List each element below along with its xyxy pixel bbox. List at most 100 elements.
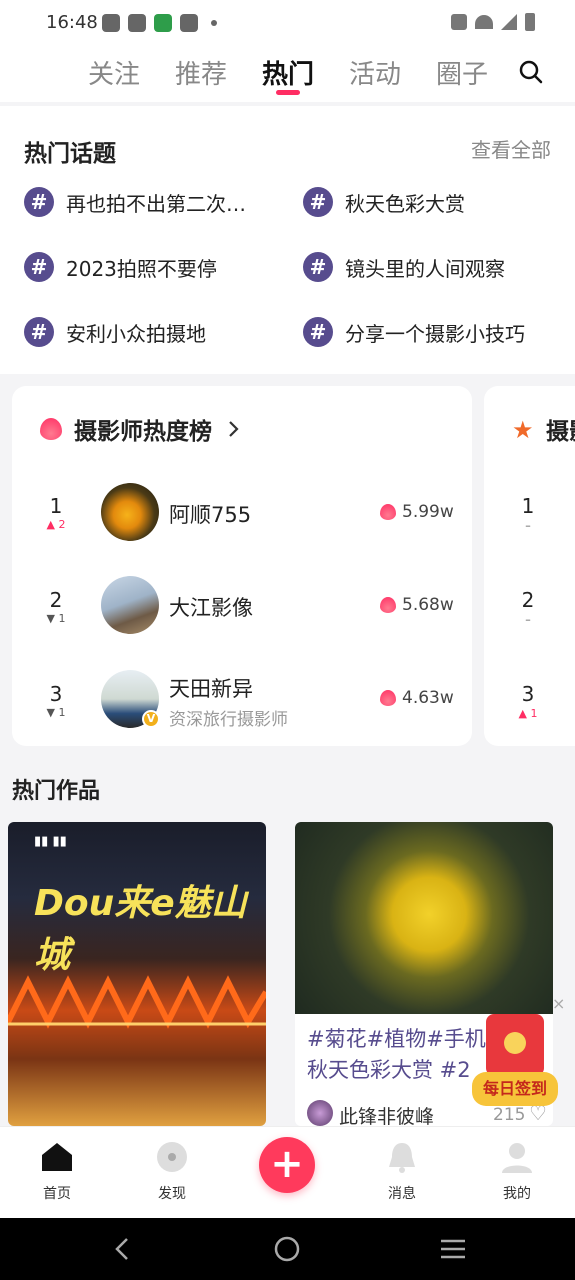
heat-score: 4.63w: [380, 688, 454, 708]
heat-score: 5.99w: [380, 502, 454, 522]
flame-icon: [380, 597, 396, 613]
close-icon[interactable]: ×: [552, 994, 565, 1013]
author-name[interactable]: 此锋非彼峰: [339, 1102, 434, 1126]
topic-item[interactable]: # 分享一个摄影小技巧: [303, 317, 525, 347]
vibrate-icon: [451, 14, 467, 30]
rank-up-delta: ▲ 2: [46, 518, 66, 531]
ranking-row[interactable]: 1 ▲ 2: [44, 494, 68, 531]
rank-number: 1: [521, 494, 535, 518]
app-notification-icon: [154, 14, 172, 32]
topic-label: 分享一个摄影小技巧: [345, 321, 525, 346]
topic-item[interactable]: # 安利小众拍摄地: [24, 317, 206, 347]
chrysanthemum-photo[interactable]: [295, 822, 553, 1014]
rank-down-delta: ▼ 1: [46, 706, 66, 719]
avatar[interactable]: [101, 576, 159, 634]
nav-messages[interactable]: 消息: [367, 1141, 437, 1203]
signal-icon: [501, 14, 517, 30]
hashtag-icon: #: [24, 252, 54, 282]
notification-icon: [102, 14, 120, 32]
poster-logo: ▮▮ ▮▮: [34, 834, 67, 849]
hashtag-icon: #: [303, 187, 333, 217]
rank-delta: –: [525, 519, 531, 532]
nav-discover[interactable]: 发现: [137, 1141, 207, 1203]
message-icon: [180, 14, 198, 32]
home-icon: [42, 1143, 72, 1171]
hot-works-title: 热门作品: [12, 779, 101, 804]
recents-icon[interactable]: [440, 1238, 466, 1260]
status-bar: 16:48: [0, 0, 575, 46]
rank-number: 1: [49, 494, 63, 518]
hot-topics-title: 热门话题: [24, 141, 116, 167]
work-card[interactable]: ▮▮ ▮▮ Dou来e魅山城: [8, 822, 266, 1126]
flame-icon: [40, 418, 62, 440]
hashtag-icon: #: [303, 252, 333, 282]
system-navigation-bar: [0, 1218, 575, 1280]
topic-label: 再也拍不出第二次…: [66, 191, 246, 216]
view-all-link[interactable]: 查看全部: [471, 134, 551, 163]
publish-button[interactable]: +: [259, 1137, 315, 1193]
avatar[interactable]: [307, 1100, 333, 1126]
topic-label: 2023拍照不要停: [66, 256, 217, 281]
tab-activity[interactable]: 活动: [349, 54, 401, 91]
home-button-icon[interactable]: [274, 1236, 300, 1262]
tab-circle[interactable]: 圈子: [436, 54, 488, 91]
nav-label: 消息: [388, 1186, 416, 1202]
coin-icon: [504, 1032, 526, 1054]
back-icon[interactable]: [112, 1236, 132, 1262]
more-notifications-icon: [211, 20, 217, 26]
verified-badge-icon: V: [142, 710, 160, 728]
hashtag-icon: #: [303, 317, 333, 347]
topic-label: 镜头里的人间观察: [345, 256, 505, 281]
topic-item[interactable]: # 再也拍不出第二次…: [24, 187, 246, 217]
avatar[interactable]: [101, 483, 159, 541]
nav-label: 我的: [503, 1186, 531, 1202]
photographer-name[interactable]: 天田新异: [169, 673, 253, 703]
status-time: 16:48: [46, 12, 98, 33]
rank-number: 3: [521, 682, 535, 706]
active-tab-indicator: [276, 90, 300, 95]
topic-item[interactable]: # 镜头里的人间观察: [303, 252, 505, 282]
ranking-title: 摄影师热度榜: [74, 419, 212, 445]
nav-label: 首页: [43, 1186, 71, 1202]
rank-number: 2: [49, 588, 63, 612]
flame-icon: [380, 690, 396, 706]
hashtag-icon: #: [24, 187, 54, 217]
nav-profile[interactable]: 我的: [482, 1141, 552, 1203]
star-icon: ★: [512, 416, 534, 444]
rank-number: 2: [521, 588, 535, 612]
photographer-ranking-card[interactable]: 摄影师热度榜 1 ▲ 2 阿顺755 5.99w 2 ▼ 1 大江影像 5.68…: [12, 386, 472, 746]
rank-delta: –: [525, 613, 531, 626]
photographer-name[interactable]: 大江影像: [169, 592, 253, 622]
nav-home[interactable]: 首页: [22, 1141, 92, 1203]
bridge-illustration: [8, 975, 266, 1029]
photographer-name[interactable]: 阿顺755: [169, 499, 251, 529]
heat-score: 5.68w: [380, 595, 454, 615]
flame-icon: [380, 504, 396, 520]
rank-number: 3: [49, 682, 63, 706]
ranking-row[interactable]: 3 ▼ 1: [44, 682, 68, 719]
user-icon: [502, 1143, 532, 1173]
ranking-row[interactable]: 2 ▼ 1: [44, 588, 68, 625]
topic-item[interactable]: # 秋天色彩大赏: [303, 187, 465, 217]
daily-checkin-button[interactable]: 每日签到: [472, 1014, 558, 1110]
tab-hot[interactable]: 热门: [262, 54, 314, 91]
chevron-right-icon: [229, 421, 239, 437]
tab-recommend[interactable]: 推荐: [175, 54, 227, 91]
topic-label: 安利小众拍摄地: [66, 321, 206, 346]
second-ranking-card[interactable]: ★ 摄影 1 – 2 – 3 ▲ 1: [484, 386, 575, 746]
daily-checkin-label: 每日签到: [472, 1072, 558, 1106]
topic-item[interactable]: # 2023拍照不要停: [24, 252, 217, 282]
wifi-icon: [475, 15, 493, 29]
photographer-subtitle: 资深旅行摄影师: [169, 710, 288, 730]
bell-icon: [389, 1143, 415, 1173]
tab-follow[interactable]: 关注: [88, 54, 140, 91]
hot-topics-section: 热门话题 查看全部 # 再也拍不出第二次… # 秋天色彩大赏 # 2023拍照不…: [0, 106, 575, 374]
search-icon[interactable]: [517, 58, 545, 86]
rank-delta: ▲ 1: [518, 707, 538, 720]
system-status-icons: [451, 13, 535, 31]
second-ranking-title: 摄影: [546, 419, 575, 445]
disc-icon: [157, 1142, 187, 1172]
nav-label: 发现: [158, 1186, 186, 1202]
rank-down-delta: ▼ 1: [46, 612, 66, 625]
bottom-navigation: 首页 发现 + 消息 我的: [0, 1126, 575, 1218]
